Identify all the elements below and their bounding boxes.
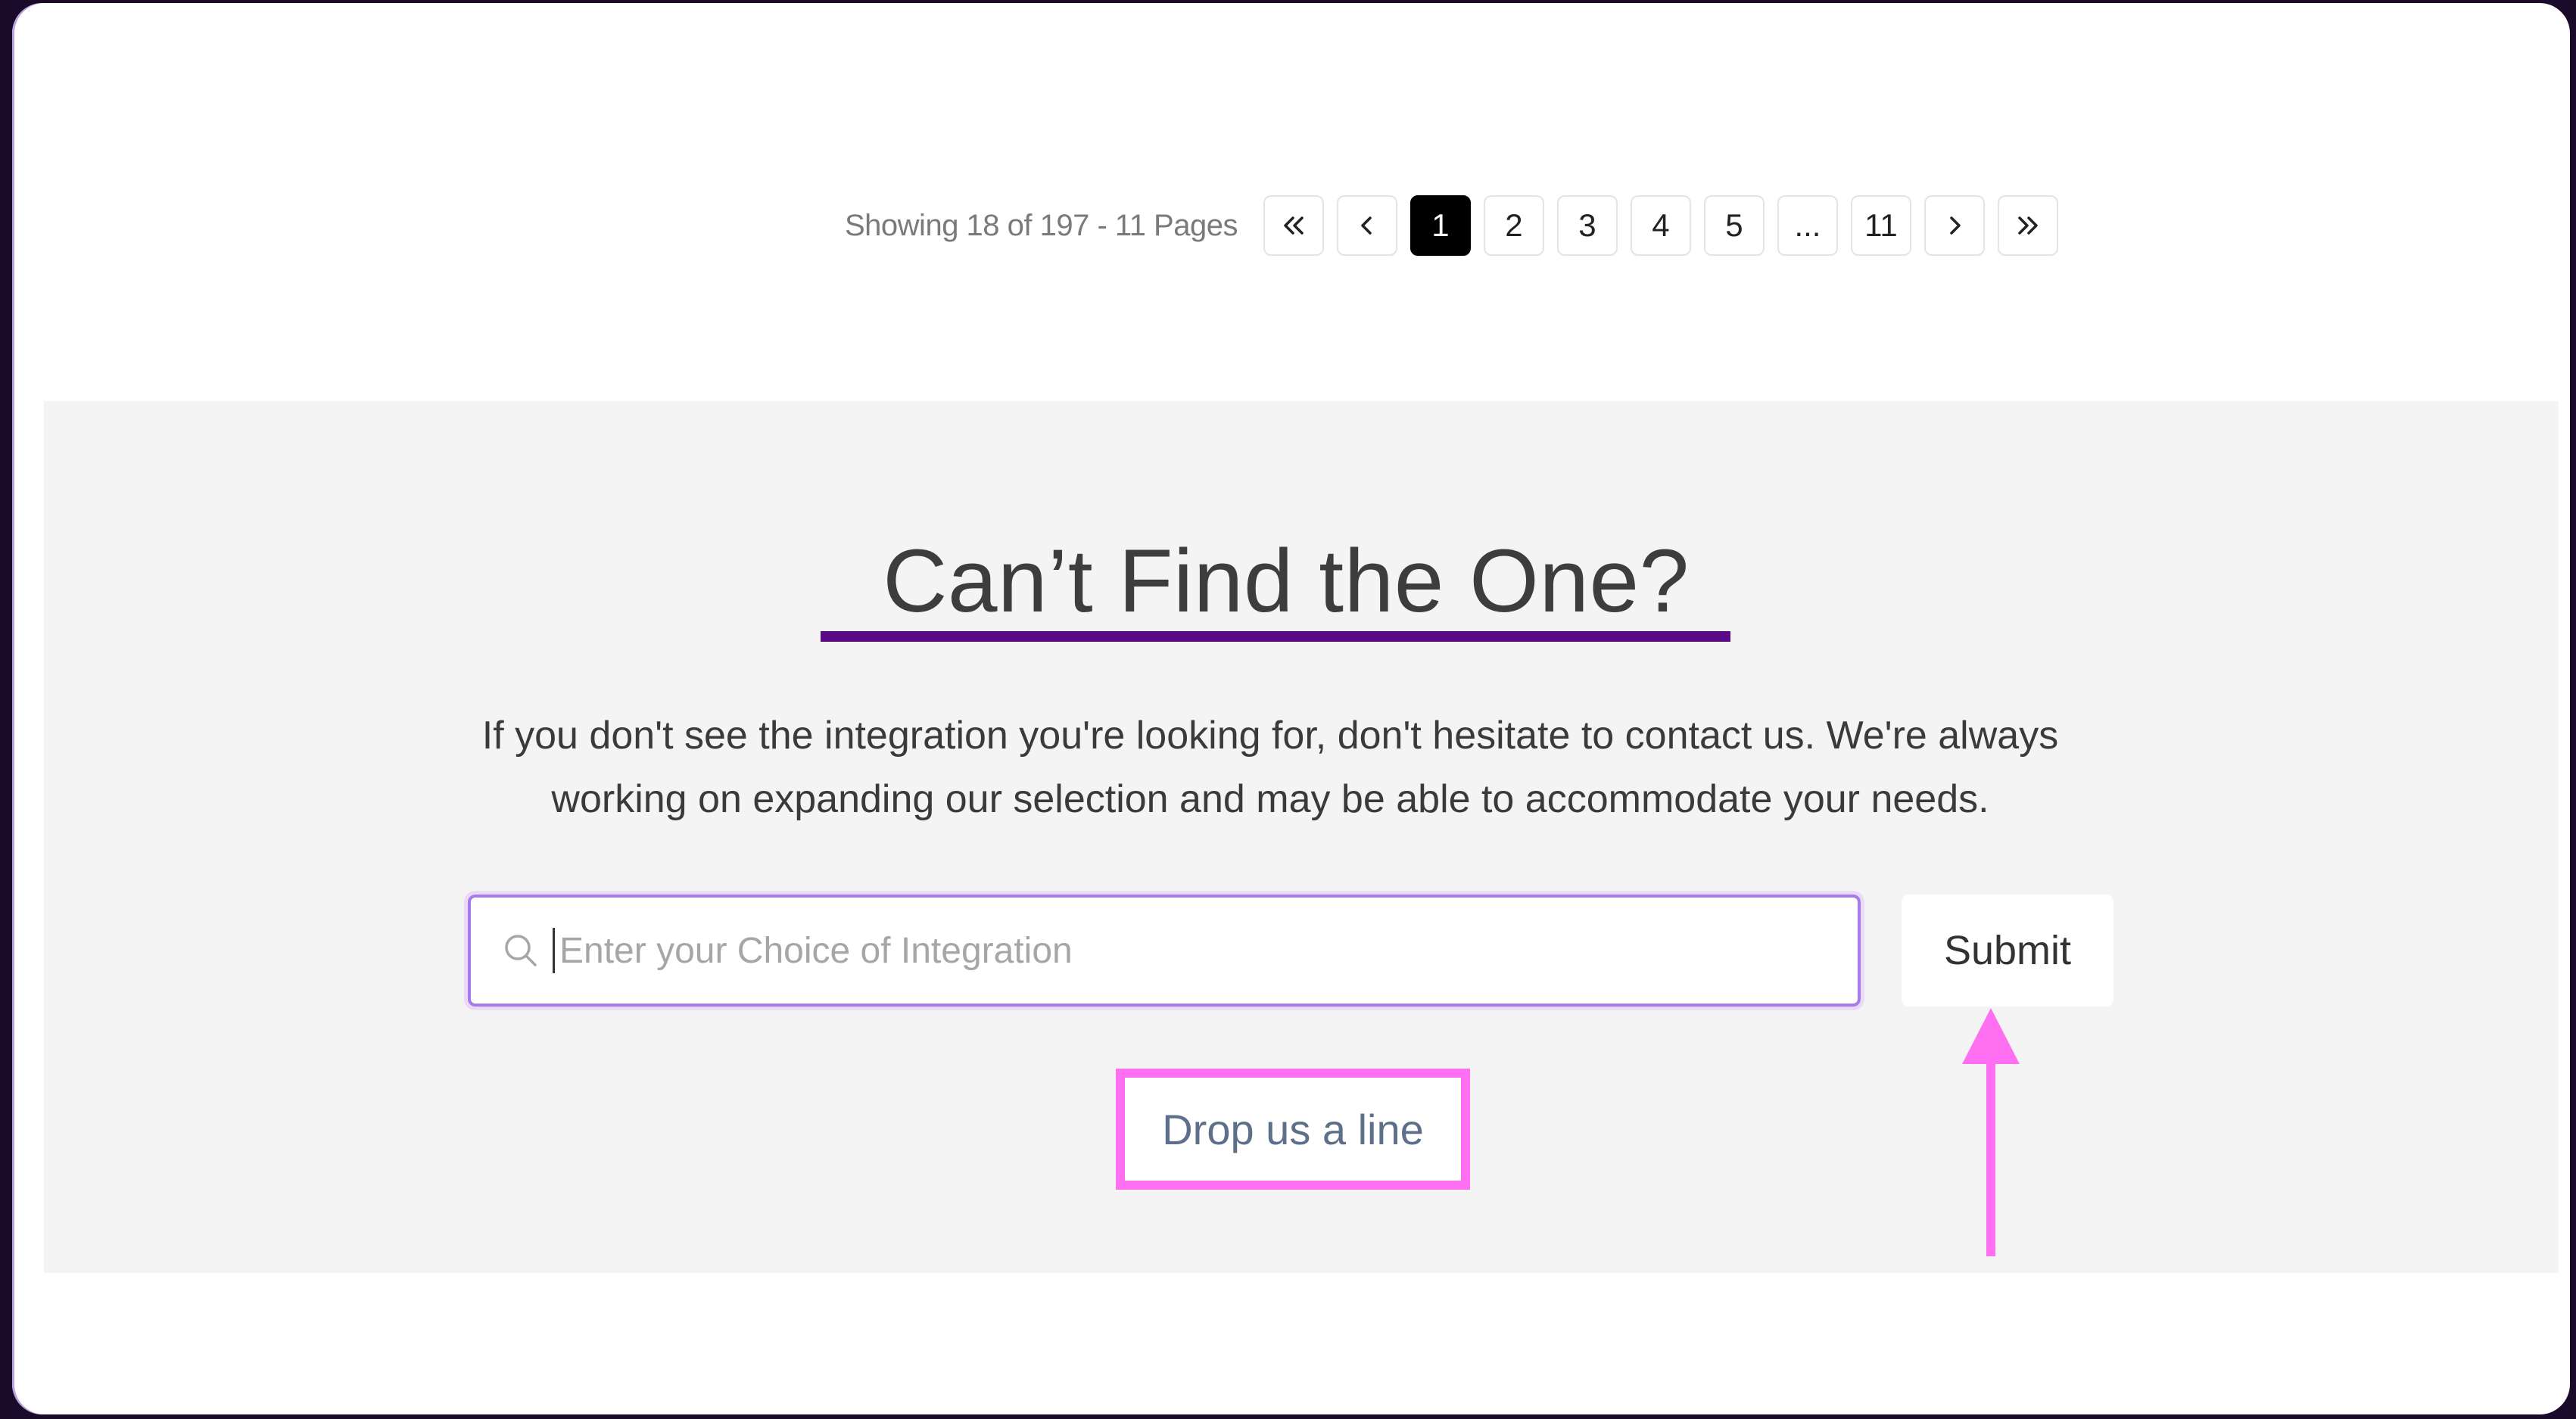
page-button-3[interactable]: 3 [1556,195,1618,256]
pagination-info: Showing 18 of 197 - 11 Pages [845,208,1238,242]
submit-button[interactable]: Submit [1902,895,2113,1007]
description-line-2: working on expanding our selection and m… [551,777,1989,821]
double-chevron-right-icon [2018,216,2038,235]
page-frame: Showing 18 of 197 - 11 Pages 1 2 3 4 5 .… [12,3,2570,1414]
chevron-left-icon [1361,216,1372,235]
contact-section: Can’t Find the One? If you don't see the… [44,401,2559,1273]
double-chevron-left-icon [1284,216,1304,235]
section-description: If you don't see the integration you're … [347,704,2194,831]
drop-us-a-line-label: Drop us a line [1162,1105,1424,1153]
next-page-button[interactable] [1923,195,1985,256]
page-ellipsis: ... [1777,195,1838,256]
integration-search-input[interactable] [558,929,1858,972]
search-icon [505,935,537,966]
chevron-right-icon [1950,216,1961,235]
page-button-11[interactable]: 11 [1850,195,1911,256]
section-title: Can’t Find the One? [883,531,1690,631]
description-line-1: If you don't see the integration you're … [481,714,2059,758]
page-button-2[interactable]: 2 [1483,195,1544,256]
integration-search-box[interactable] [468,895,1861,1007]
page-button-4[interactable]: 4 [1630,195,1691,256]
last-page-button[interactable] [1997,195,2058,256]
pagination: Showing 18 of 197 - 11 Pages 1 2 3 4 5 .… [845,194,2071,257]
first-page-button[interactable] [1263,195,1324,256]
title-underline [821,631,1730,642]
page-button-1[interactable]: 1 [1409,195,1471,256]
annotation-arrow-icon [1962,1008,2020,1256]
text-caret [553,928,555,973]
drop-us-a-line-link[interactable]: Drop us a line [1116,1069,1470,1190]
prev-page-button[interactable] [1336,195,1397,256]
page-button-5[interactable]: 5 [1703,195,1765,256]
